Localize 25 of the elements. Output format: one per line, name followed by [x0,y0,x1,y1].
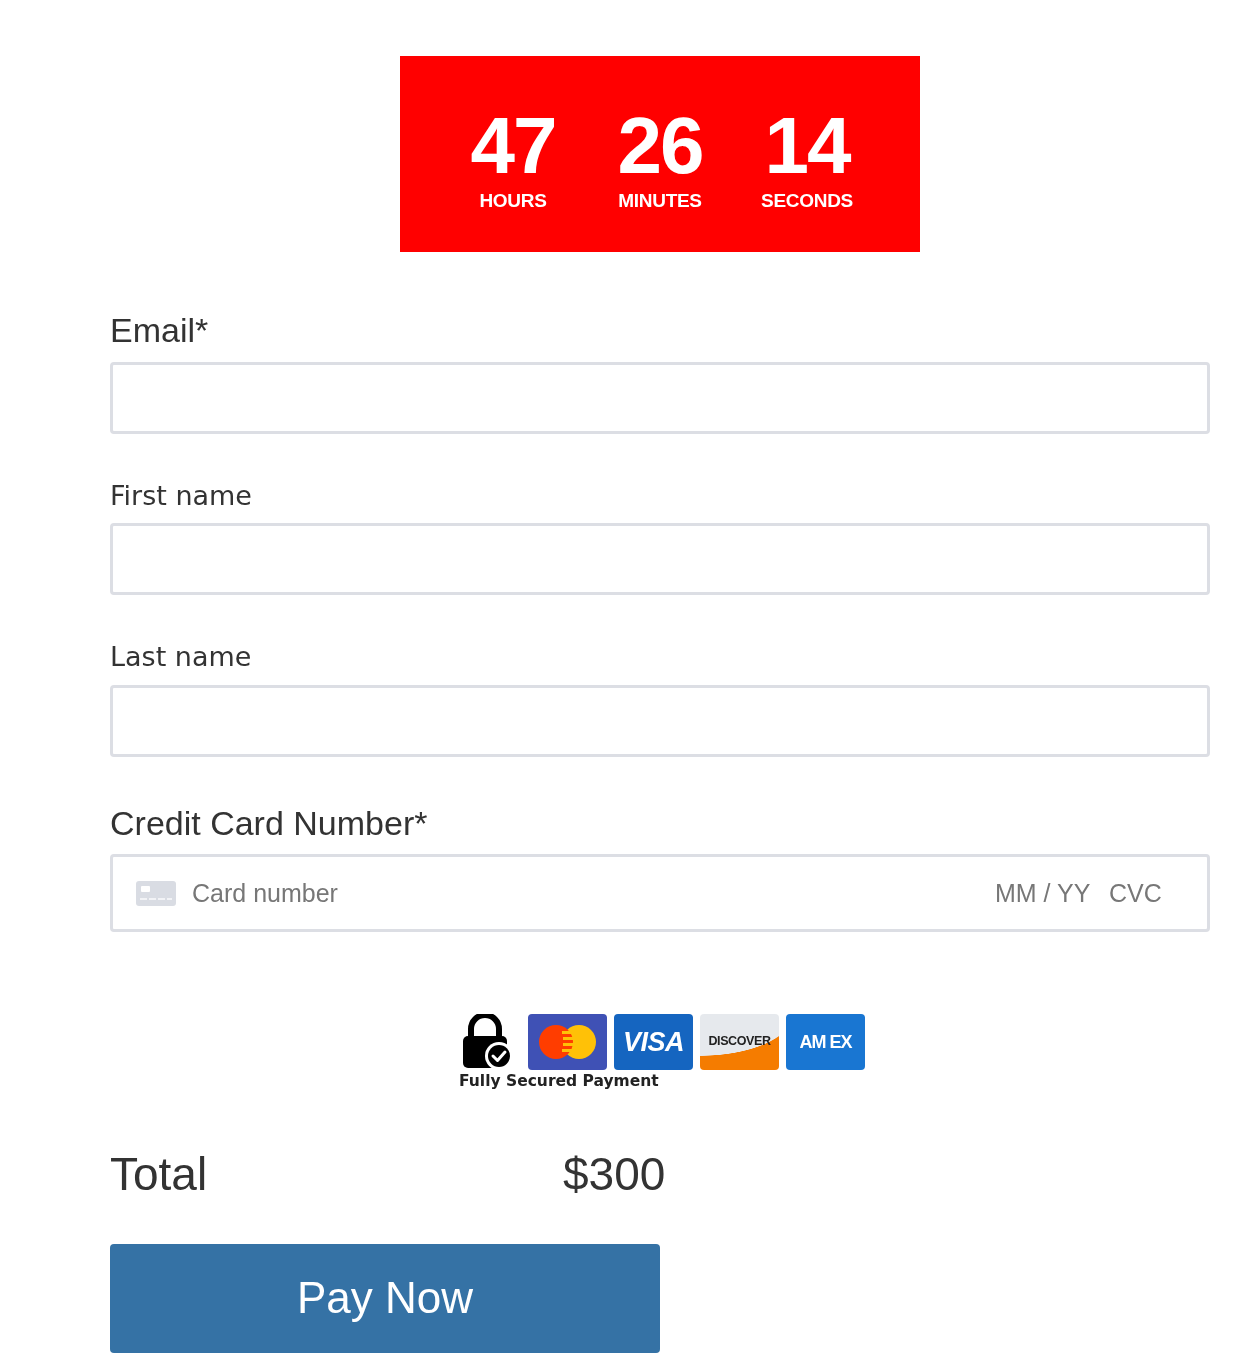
pay-now-button[interactable]: Pay Now [110,1243,660,1353]
total-label: Total [110,1147,208,1203]
field-label: Last name [110,641,252,674]
card-icon [136,880,176,906]
expiry-input[interactable]: MM / YY [995,877,1093,910]
card-brand-logo: AM EX [786,1014,865,1071]
countdown-number: 47 [470,106,556,186]
cvc-input[interactable]: CVC [1109,877,1165,910]
field-label: Credit Card Number* [110,802,428,844]
countdown-unit-label: MINUTES [618,191,702,210]
text-field[interactable] [110,684,1210,757]
text-field[interactable] [110,361,1210,434]
card-brand-logo: DISCOVER [700,1014,779,1071]
card-number-input[interactable]: Card number [192,877,979,910]
text-field[interactable] [110,523,1210,596]
card-brand-logo: VISA [614,1014,693,1071]
card-details-field[interactable]: Card number MM / YY CVC [110,854,1210,933]
field-label: First name [110,479,252,513]
countdown-unit-label: SECONDS [761,191,853,210]
total-amount: $300 [563,1147,666,1203]
countdown-number: 26 [617,106,703,186]
countdown-number: 14 [764,106,850,186]
countdown-unit-label: HOURS [479,191,547,210]
secure-payment-caption: Fully Secured Payment [459,1071,659,1092]
field-label: Email* [110,310,209,351]
